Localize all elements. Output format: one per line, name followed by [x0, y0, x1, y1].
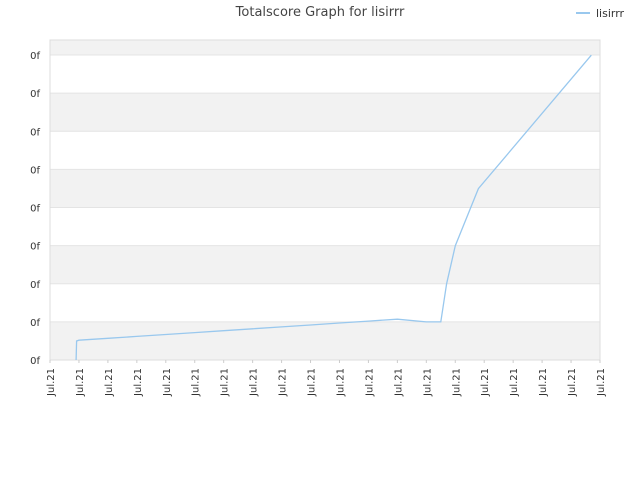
x-axis-ticks: Jul.21 Jul.21 Jul.21 Jul.21 Jul.21 Jul.21 Jul.…	[46, 360, 607, 397]
x-tick-label: Jul.21	[393, 368, 404, 397]
plot-band	[50, 169, 600, 208]
plot-band	[50, 93, 600, 132]
x-tick-label: Jul.21	[567, 368, 578, 397]
plot-band	[50, 40, 600, 55]
y-tick-label: 0f	[30, 318, 40, 329]
y-tick-label: 0f	[30, 165, 40, 176]
x-tick-label: Jul.21	[46, 368, 57, 397]
x-tick-label: Jul.21	[422, 368, 433, 397]
x-tick-label: Jul.21	[335, 368, 346, 397]
x-tick-label: Jul.21	[307, 368, 318, 397]
x-tick-label: Jul.21	[278, 368, 289, 397]
x-tick-label: Jul.21	[364, 368, 375, 397]
y-tick-label: 0f	[30, 356, 40, 367]
y-axis-ticks: 0f 0f 0f 0f 0f 0f 0f 0f 0f	[30, 51, 40, 367]
chart-title: Totalscore Graph for lisirrr	[235, 5, 405, 20]
plot-bands	[50, 40, 600, 360]
y-tick-label: 0f	[30, 204, 40, 215]
x-tick-label: Jul.21	[451, 368, 462, 397]
y-tick-label: 0f	[30, 127, 40, 138]
x-tick-label: Jul.21	[162, 368, 173, 397]
x-tick-label: Jul.21	[480, 368, 491, 397]
y-tick-label: 0f	[30, 280, 40, 291]
x-tick-label: Jul.21	[191, 368, 202, 397]
y-tick-label: 0f	[30, 242, 40, 253]
y-tick-label: 0f	[30, 51, 40, 62]
x-tick-label: Jul.21	[75, 368, 86, 397]
y-tick-label: 0f	[30, 89, 40, 100]
plot-band	[50, 245, 600, 284]
x-tick-label: Jul.21	[133, 368, 144, 397]
x-tick-label: Jul.21	[509, 368, 520, 397]
legend: lisirrr	[576, 7, 625, 20]
x-tick-label: Jul.21	[596, 368, 607, 397]
x-tick-label: Jul.21	[104, 368, 115, 397]
chart: Totalscore Graph for lisirrr lisirrr 0f0…	[30, 5, 625, 397]
x-tick-label: Jul.21	[249, 368, 260, 397]
plot-band	[50, 321, 600, 360]
x-tick-label: Jul.21	[220, 368, 231, 397]
legend-entry-lisirrr: lisirrr	[596, 7, 625, 20]
x-tick-label: Jul.21	[538, 368, 549, 397]
